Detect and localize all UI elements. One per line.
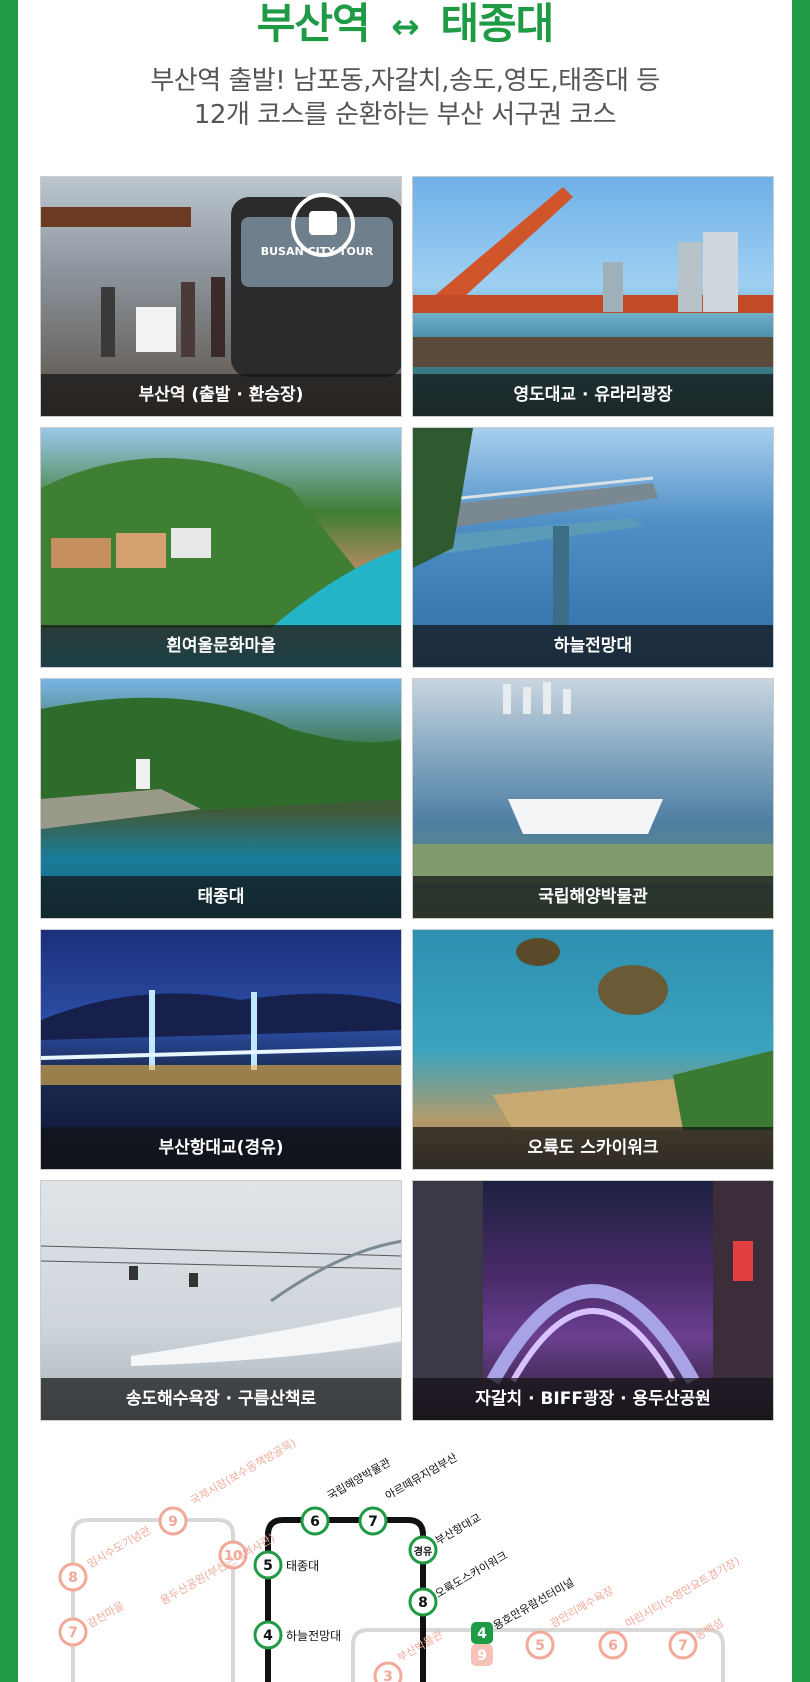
active-stop[interactable]: 5 태종대 [253, 1550, 319, 1580]
svg-text:경유: 경유 [414, 1545, 432, 1558]
svg-text:마린시티(수영만요트경기장): 마린시티(수영만요트경기장) [623, 1554, 742, 1630]
active-stop[interactable]: 4 용호만유람선터미널 [471, 1576, 576, 1644]
attraction-card-taejongdae[interactable]: 태종대 [40, 678, 402, 919]
double-arrow-icon: ↔ [391, 7, 419, 47]
svg-text:9: 9 [477, 1648, 487, 1664]
svg-text:7: 7 [68, 1625, 78, 1641]
attraction-caption: 오륙도 스카이워크 [413, 1127, 773, 1169]
attraction-caption: 흰여울문화마을 [41, 625, 401, 667]
attraction-caption: 영도대교 · 유라리광장 [413, 374, 773, 416]
faded-route-line [71, 1518, 235, 1682]
svg-text:국제시장(보수동책방골목): 국제시장(보수동책방골목) [188, 1436, 298, 1507]
attraction-card-jagalchi[interactable]: 자갈치 · BIFF광장 · 용두산공원 [412, 1180, 774, 1421]
route-title: 부산역 ↔ 태종대 [18, 0, 792, 48]
route-from: 부산역 [256, 0, 371, 48]
attraction-caption: 송도해수욕장 · 구름산책로 [41, 1378, 401, 1420]
attraction-caption: 국립해양박물관 [413, 876, 773, 918]
attraction-caption: 태종대 [41, 876, 401, 918]
svg-text:감천마을: 감천마을 [85, 1598, 127, 1630]
faded-stop[interactable]: 9 [471, 1644, 493, 1666]
svg-text:하늘전망대: 하늘전망대 [286, 1629, 341, 1643]
route-map: 9 국제시장(보수동책방골목) 8 임시수도기념관 10 용두산공원(부산근대역… [18, 1430, 792, 1682]
svg-text:임시수도기념관: 임시수도기념관 [85, 1524, 153, 1571]
svg-text:8: 8 [68, 1570, 78, 1586]
svg-text:태종대: 태종대 [286, 1559, 319, 1573]
svg-text:9: 9 [168, 1514, 178, 1530]
attraction-card-busan-harbor-bridge[interactable]: 부산항대교(경유) [40, 929, 402, 1170]
attraction-caption: 부산역 (출발 · 환승장) [41, 374, 401, 416]
page-content: 부산역 ↔ 태종대 부산역 출발! 남포동,자갈치,송도,영도,태종대 등 12… [18, 0, 792, 1682]
attraction-card-songdo[interactable]: 송도해수욕장 · 구름산책로 [40, 1180, 402, 1421]
svg-text:5: 5 [535, 1638, 545, 1654]
bus-logo-text: BUSAN CITY TOUR [261, 245, 374, 258]
svg-text:5: 5 [263, 1558, 273, 1574]
svg-text:8: 8 [418, 1595, 428, 1611]
svg-text:6: 6 [310, 1514, 320, 1530]
faded-stop[interactable]: 7 동백섬 [668, 1616, 726, 1660]
subtitle-line-1: 부산역 출발! 남포동,자갈치,송도,영도,태종대 등 [150, 66, 660, 96]
svg-text:6: 6 [608, 1638, 618, 1654]
svg-text:7: 7 [678, 1638, 688, 1654]
frame-right-border [792, 0, 810, 1682]
svg-text:부산항대교: 부산항대교 [433, 1511, 483, 1548]
faded-stop[interactable]: 3 부산박물관 [373, 1628, 445, 1682]
attraction-caption: 하늘전망대 [413, 625, 773, 667]
route-subtitle: 부산역 출발! 남포동,자갈치,송도,영도,태종대 등 12개 코스를 순환하는… [18, 64, 792, 132]
attraction-grid: BUSAN CITY TOUR 부산역 (출발 · 환승장) 영도대교 · 유라… [40, 176, 774, 1421]
frame-left-border [0, 0, 18, 1682]
active-stop[interactable]: 4 하늘전망대 [253, 1620, 341, 1650]
attraction-card-yeongdo-bridge[interactable]: 영도대교 · 유라리광장 [412, 176, 774, 417]
route-map-svg: 9 국제시장(보수동책방골목) 8 임시수도기념관 10 용두산공원(부산근대역… [58, 1436, 742, 1682]
faded-stop[interactable]: 7 감천마을 [58, 1598, 127, 1647]
attraction-card-oryukdo[interactable]: 오륙도 스카이워크 [412, 929, 774, 1170]
attraction-card-maritime-museum[interactable]: 국립해양박물관 [412, 678, 774, 919]
svg-text:7: 7 [368, 1514, 378, 1530]
attraction-card-busan-station[interactable]: BUSAN CITY TOUR 부산역 (출발 · 환승장) [40, 176, 402, 417]
attraction-card-huinnyeoul[interactable]: 흰여울문화마을 [40, 427, 402, 668]
svg-text:오륙도스카이워크: 오륙도스카이워크 [433, 1549, 510, 1601]
svg-text:4: 4 [263, 1628, 273, 1644]
subtitle-line-2: 12개 코스를 순환하는 부산 서구권 코스 [193, 100, 617, 130]
attraction-caption: 부산항대교(경유) [41, 1127, 401, 1169]
attraction-caption: 자갈치 · BIFF광장 · 용두산공원 [413, 1378, 773, 1420]
svg-text:국립해양박물관: 국립해양박물관 [325, 1455, 393, 1503]
attraction-card-sky-observatory[interactable]: 하늘전망대 [412, 427, 774, 668]
route-to: 태종대 [440, 0, 554, 48]
svg-text:아르떼뮤지엄부산: 아르떼뮤지엄부산 [383, 1451, 460, 1503]
active-stop[interactable]: 경유 부산항대교 [408, 1511, 483, 1565]
svg-text:3: 3 [383, 1669, 393, 1682]
svg-text:4: 4 [477, 1626, 487, 1642]
